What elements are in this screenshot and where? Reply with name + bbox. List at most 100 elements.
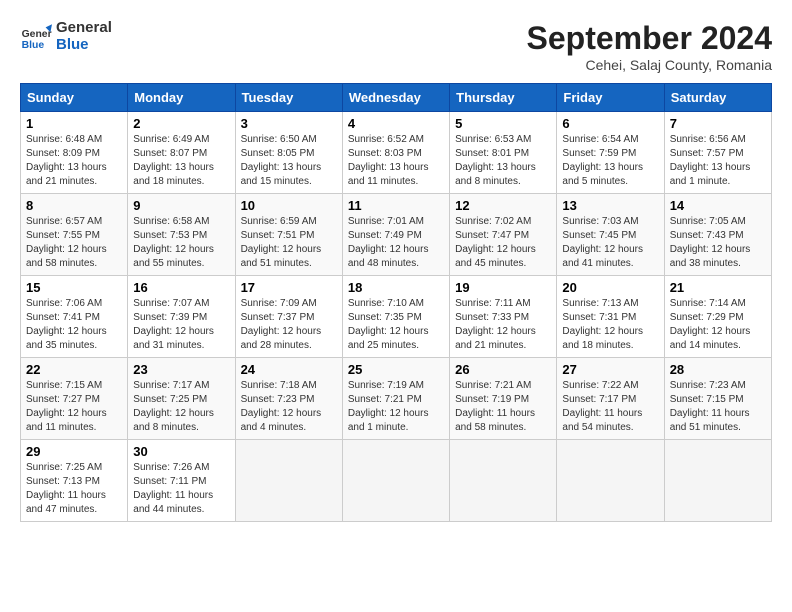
- calendar-cell: 27 Sunrise: 7:22 AM Sunset: 7:17 PM Dayli…: [557, 358, 664, 440]
- day-info: Sunrise: 7:15 AM Sunset: 7:27 PM Dayligh…: [26, 379, 122, 435]
- calendar-cell: [342, 440, 449, 522]
- calendar-cell: 8 Sunrise: 6:57 AM Sunset: 7:55 PM Daylig…: [21, 194, 128, 276]
- day-info: Sunrise: 7:03 AM Sunset: 7:45 PM Dayligh…: [562, 215, 658, 271]
- logo: General Blue General Blue: [20, 20, 112, 53]
- weekday-header-thursday: Thursday: [450, 84, 557, 112]
- day-info: Sunrise: 7:17 AM Sunset: 7:25 PM Dayligh…: [133, 379, 229, 435]
- calendar-cell: 25Sunrise: 7:19 AM Sunset: 7:21 PM Dayli…: [342, 358, 449, 440]
- calendar-cell: 4 Sunrise: 6:52 AM Sunset: 8:03 PM Daylig…: [342, 112, 449, 194]
- day-number: 29: [26, 444, 122, 459]
- calendar-cell: 19 Sunrise: 7:11 AM Sunset: 7:33 PM Dayli…: [450, 276, 557, 358]
- day-info: Sunrise: 6:50 AM Sunset: 8:05 PM Dayligh…: [241, 133, 337, 189]
- day-number: 20: [562, 280, 658, 295]
- day-number: 14: [670, 198, 766, 213]
- day-info: Sunrise: 6:57 AM Sunset: 7:55 PM Dayligh…: [26, 215, 122, 271]
- calendar-cell: 29Sunrise: 7:25 AM Sunset: 7:13 PM Dayli…: [21, 440, 128, 522]
- day-info: Sunrise: 7:21 AM Sunset: 7:19 PM Dayligh…: [455, 379, 551, 435]
- day-info: Sunrise: 6:52 AM Sunset: 8:03 PM Dayligh…: [348, 133, 444, 189]
- calendar-cell: [664, 440, 771, 522]
- calendar-cell: 13Sunrise: 7:03 AM Sunset: 7:45 PM Dayli…: [557, 194, 664, 276]
- day-number: 12: [455, 198, 551, 213]
- day-number: 2: [133, 116, 229, 131]
- day-info: Sunrise: 7:02 AM Sunset: 7:47 PM Dayligh…: [455, 215, 551, 271]
- calendar-cell: 21Sunrise: 7:14 AM Sunset: 7:29 PM Dayli…: [664, 276, 771, 358]
- calendar-cell: 26 Sunrise: 7:21 AM Sunset: 7:19 PM Dayli…: [450, 358, 557, 440]
- calendar-cell: 6Sunrise: 6:54 AM Sunset: 7:59 PM Daylig…: [557, 112, 664, 194]
- day-info: Sunrise: 7:22 AM Sunset: 7:17 PM Dayligh…: [562, 379, 658, 435]
- calendar-cell: [235, 440, 342, 522]
- month-title: September 2024: [527, 20, 772, 57]
- calendar-cell: 28Sunrise: 7:23 AM Sunset: 7:15 PM Dayli…: [664, 358, 771, 440]
- logo-icon: General Blue: [20, 21, 52, 53]
- calendar-row: 8 Sunrise: 6:57 AM Sunset: 7:55 PM Daylig…: [21, 194, 772, 276]
- calendar-cell: 20 Sunrise: 7:13 AM Sunset: 7:31 PM Dayli…: [557, 276, 664, 358]
- calendar-cell: 9 Sunrise: 6:58 AM Sunset: 7:53 PM Daylig…: [128, 194, 235, 276]
- day-info: Sunrise: 7:06 AM Sunset: 7:41 PM Dayligh…: [26, 297, 122, 353]
- logo-blue: Blue: [56, 37, 112, 54]
- weekday-header-saturday: Saturday: [664, 84, 771, 112]
- day-info: Sunrise: 7:05 AM Sunset: 7:43 PM Dayligh…: [670, 215, 766, 271]
- day-info: Sunrise: 6:49 AM Sunset: 8:07 PM Dayligh…: [133, 133, 229, 189]
- day-number: 27: [562, 362, 658, 377]
- day-number: 18: [348, 280, 444, 295]
- day-info: Sunrise: 7:13 AM Sunset: 7:31 PM Dayligh…: [562, 297, 658, 353]
- calendar-cell: 22 Sunrise: 7:15 AM Sunset: 7:27 PM Dayli…: [21, 358, 128, 440]
- day-number: 8: [26, 198, 122, 213]
- day-info: Sunrise: 7:07 AM Sunset: 7:39 PM Dayligh…: [133, 297, 229, 353]
- svg-text:Blue: Blue: [22, 40, 45, 51]
- day-info: Sunrise: 7:09 AM Sunset: 7:37 PM Dayligh…: [241, 297, 337, 353]
- calendar-cell: 2 Sunrise: 6:49 AM Sunset: 8:07 PM Daylig…: [128, 112, 235, 194]
- day-number: 25: [348, 362, 444, 377]
- weekday-header-tuesday: Tuesday: [235, 84, 342, 112]
- day-number: 10: [241, 198, 337, 213]
- day-number: 16: [133, 280, 229, 295]
- calendar-cell: [450, 440, 557, 522]
- day-info: Sunrise: 6:58 AM Sunset: 7:53 PM Dayligh…: [133, 215, 229, 271]
- day-info: Sunrise: 6:59 AM Sunset: 7:51 PM Dayligh…: [241, 215, 337, 271]
- calendar-cell: 24 Sunrise: 7:18 AM Sunset: 7:23 PM Dayli…: [235, 358, 342, 440]
- day-number: 9: [133, 198, 229, 213]
- day-number: 21: [670, 280, 766, 295]
- calendar-cell: 12 Sunrise: 7:02 AM Sunset: 7:47 PM Dayli…: [450, 194, 557, 276]
- day-info: Sunrise: 7:10 AM Sunset: 7:35 PM Dayligh…: [348, 297, 444, 353]
- calendar-cell: 11 Sunrise: 7:01 AM Sunset: 7:49 PM Dayli…: [342, 194, 449, 276]
- day-number: 23: [133, 362, 229, 377]
- weekday-header-wednesday: Wednesday: [342, 84, 449, 112]
- weekday-header-sunday: Sunday: [21, 84, 128, 112]
- day-number: 22: [26, 362, 122, 377]
- day-info: Sunrise: 7:01 AM Sunset: 7:49 PM Dayligh…: [348, 215, 444, 271]
- day-info: Sunrise: 6:56 AM Sunset: 7:57 PM Dayligh…: [670, 133, 766, 189]
- day-number: 11: [348, 198, 444, 213]
- calendar-cell: 5 Sunrise: 6:53 AM Sunset: 8:01 PM Daylig…: [450, 112, 557, 194]
- day-number: 7: [670, 116, 766, 131]
- day-number: 30: [133, 444, 229, 459]
- calendar-cell: 10 Sunrise: 6:59 AM Sunset: 7:51 PM Dayli…: [235, 194, 342, 276]
- day-number: 19: [455, 280, 551, 295]
- calendar-cell: 7 Sunrise: 6:56 AM Sunset: 7:57 PM Daylig…: [664, 112, 771, 194]
- calendar-cell: 15Sunrise: 7:06 AM Sunset: 7:41 PM Dayli…: [21, 276, 128, 358]
- calendar-cell: 1 Sunrise: 6:48 AM Sunset: 8:09 PM Daylig…: [21, 112, 128, 194]
- title-block: September 2024 Cehei, Salaj County, Roma…: [527, 20, 772, 73]
- page-header: General Blue General Blue September 2024…: [20, 20, 772, 73]
- calendar-cell: 30Sunrise: 7:26 AM Sunset: 7:11 PM Dayli…: [128, 440, 235, 522]
- day-number: 4: [348, 116, 444, 131]
- calendar-table: SundayMondayTuesdayWednesdayThursdayFrid…: [20, 83, 772, 522]
- day-number: 5: [455, 116, 551, 131]
- day-info: Sunrise: 7:18 AM Sunset: 7:23 PM Dayligh…: [241, 379, 337, 435]
- day-number: 6: [562, 116, 658, 131]
- day-number: 1: [26, 116, 122, 131]
- weekday-header-friday: Friday: [557, 84, 664, 112]
- day-info: Sunrise: 7:11 AM Sunset: 7:33 PM Dayligh…: [455, 297, 551, 353]
- weekday-header-monday: Monday: [128, 84, 235, 112]
- calendar-cell: [557, 440, 664, 522]
- weekday-header-row: SundayMondayTuesdayWednesdayThursdayFrid…: [21, 84, 772, 112]
- calendar-row: 1 Sunrise: 6:48 AM Sunset: 8:09 PM Daylig…: [21, 112, 772, 194]
- day-number: 24: [241, 362, 337, 377]
- calendar-row: 29Sunrise: 7:25 AM Sunset: 7:13 PM Dayli…: [21, 440, 772, 522]
- day-info: Sunrise: 6:48 AM Sunset: 8:09 PM Dayligh…: [26, 133, 122, 189]
- day-info: Sunrise: 6:53 AM Sunset: 8:01 PM Dayligh…: [455, 133, 551, 189]
- logo-general: General: [56, 20, 112, 37]
- calendar-cell: 23 Sunrise: 7:17 AM Sunset: 7:25 PM Dayli…: [128, 358, 235, 440]
- calendar-row: 22 Sunrise: 7:15 AM Sunset: 7:27 PM Dayli…: [21, 358, 772, 440]
- day-number: 26: [455, 362, 551, 377]
